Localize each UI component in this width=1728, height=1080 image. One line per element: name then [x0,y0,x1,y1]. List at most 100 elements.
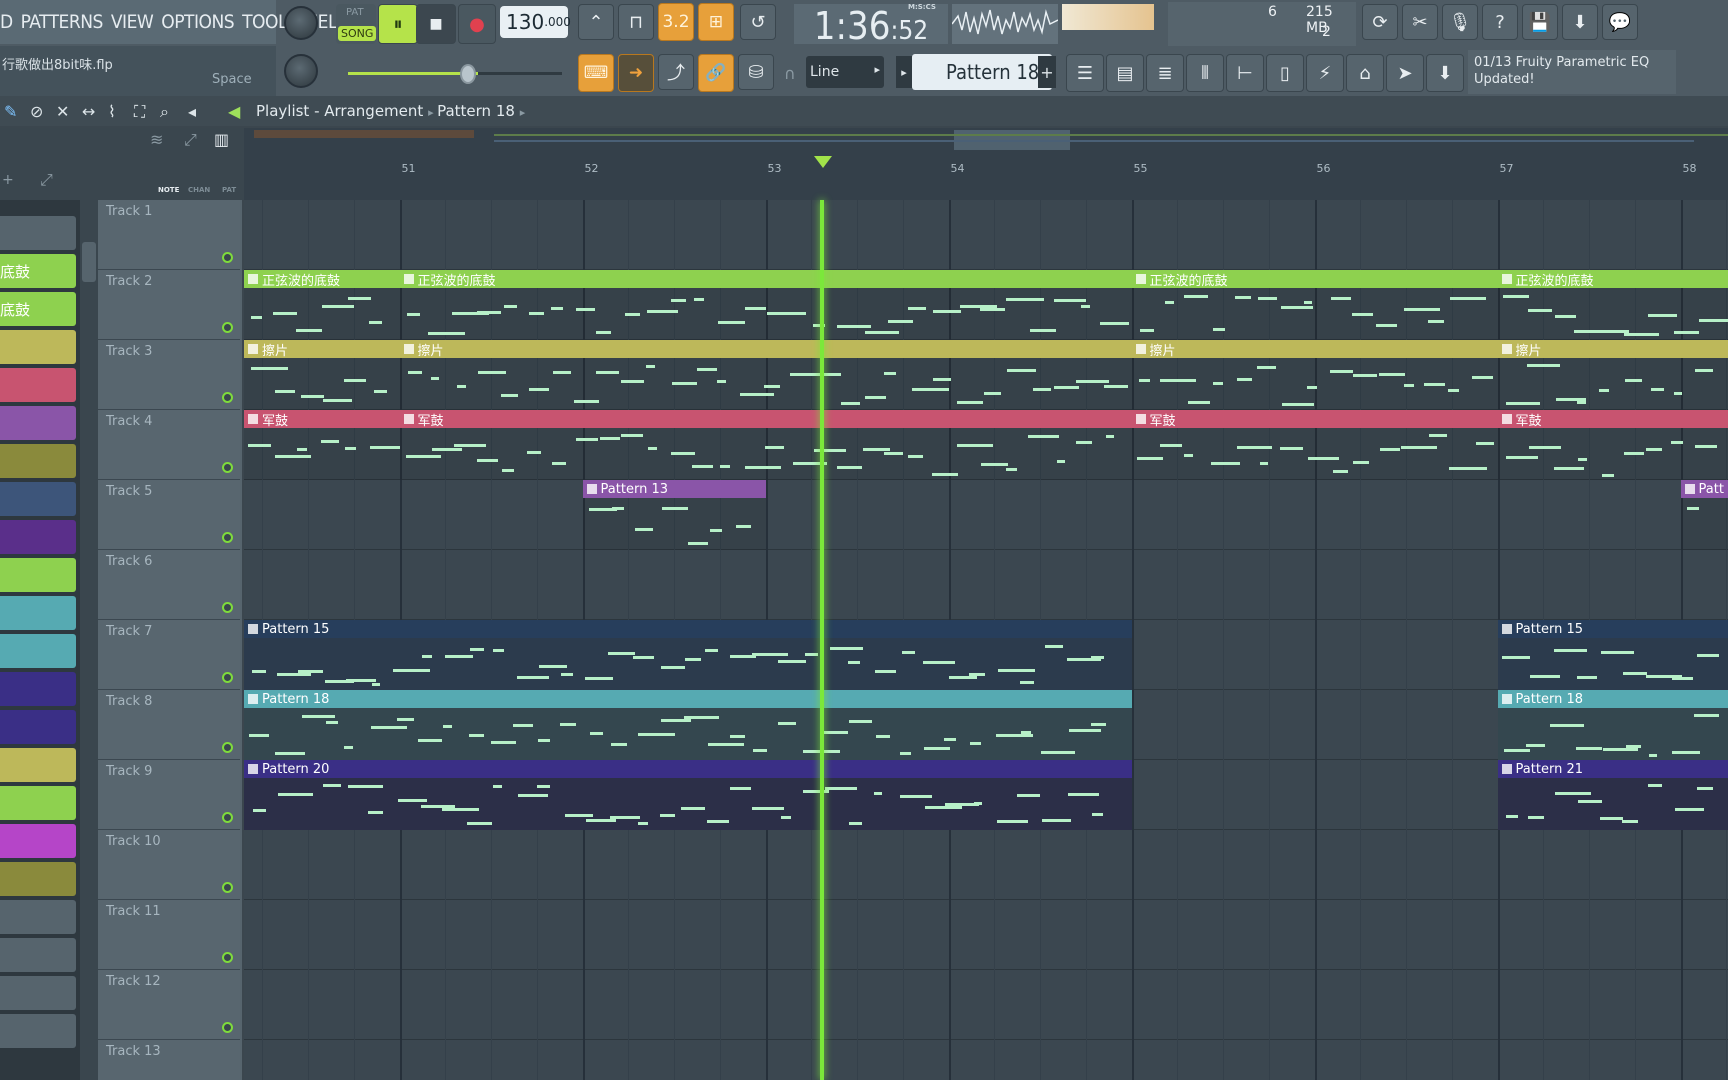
pattern-clip[interactable]: 军鼓 [1131,410,1498,480]
grid-row[interactable] [244,200,1728,270]
pattern-clip[interactable]: Pattern 15 [1497,620,1728,690]
tempo-field[interactable]: 130.000 [500,6,571,38]
track-header[interactable]: Track 9 [98,760,240,830]
pattern-clip[interactable]: 军鼓 [1497,410,1728,480]
grid-row[interactable] [244,830,1728,900]
pattern-clip[interactable]: Pattern 21 [1497,760,1728,830]
slice-tool-icon[interactable]: ⌇ [108,102,116,121]
clip-header[interactable]: Pattern 20 [244,760,1132,778]
pattern-clip[interactable]: 正弦波的底鼓 [399,270,1132,340]
tutorial-button[interactable]: ➤ [1386,54,1424,92]
channel-swatch[interactable] [0,900,76,934]
clip-header[interactable]: Pattern 18 [1497,690,1728,708]
draw-tool-icon[interactable]: ✎ [4,102,17,121]
track-header[interactable]: Track 4 [98,410,240,480]
snap-mode-select[interactable]: Line ▸ [806,56,884,88]
track-mute-led[interactable] [222,742,233,753]
pattern-clip[interactable]: 正弦波的底鼓 [244,270,400,340]
countdown-button[interactable]: 3.2 [658,3,694,41]
channel-swatch[interactable] [0,634,76,668]
save-button[interactable]: 💾 [1522,4,1558,40]
clip-header[interactable]: 正弦波的底鼓 [399,270,1132,289]
pattern-clip[interactable]: 军鼓 [399,410,1132,480]
track-mute-led[interactable] [222,882,233,893]
track-scrollbar[interactable] [80,200,98,1080]
grid-row[interactable] [244,900,1728,970]
track-header[interactable]: Track 10 [98,830,240,900]
arrow-button[interactable]: ➜ [618,54,654,92]
channel-swatch[interactable] [0,330,76,364]
channel-swatch[interactable] [0,368,76,402]
timeline-ruler[interactable]: 51 52 53 54 55 56 57 58 [244,152,1728,200]
track-mute-led[interactable] [222,322,233,333]
note-view-label[interactable]: NOTE [158,186,179,194]
clip-header[interactable]: Pattern 18 [244,690,1132,708]
clip-header[interactable]: Pattern 15 [1497,620,1728,638]
playlist-grid[interactable]: 正弦波的底鼓 正弦波的底鼓 正弦波的底鼓 正弦波的底鼓 擦片 擦片 擦片 擦片 军鼓 军鼓 军鼓 军鼓… [244,200,1728,1080]
pattern-clip[interactable]: Pattern 13 [582,480,766,550]
clip-header[interactable]: Patt [1680,480,1728,498]
pause-button[interactable]: ⏸ [378,4,418,44]
menu-item-view[interactable]: VIEW [111,11,154,33]
clip-header[interactable]: Pattern 15 [244,620,1132,638]
link-button[interactable]: 🔗 [698,54,734,92]
channel-swatch[interactable] [0,748,76,782]
track-header[interactable]: Track 6 [98,550,240,620]
step-edit-button[interactable]: ⊞ [698,3,734,41]
playback-tool-icon[interactable]: ◂ [188,102,196,121]
pattern-clip[interactable]: Patt [1680,480,1728,550]
track-mute-led[interactable] [222,812,233,823]
pattern-clip[interactable]: Pattern 18 [244,690,1132,760]
track-mute-led[interactable] [222,1022,233,1033]
pattern-clip[interactable]: 正弦波的底鼓 [1131,270,1498,340]
grid-row[interactable] [244,550,1728,620]
loop-record-button[interactable]: ↺ [740,4,776,40]
playhead-marker[interactable] [814,156,832,168]
channel-swatch[interactable] [0,596,76,630]
project-info-button[interactable]: ▯ [1266,54,1304,92]
clip-header[interactable]: 军鼓 [399,410,1132,429]
pattern-clip[interactable]: Pattern 18 [1497,690,1728,760]
master-pitch-slider[interactable] [346,62,566,86]
channel-swatch[interactable] [0,406,76,440]
song-overview[interactable] [244,128,1728,152]
chat-button[interactable]: 💬 [1602,4,1638,40]
pattern-clip[interactable]: 正弦波的底鼓 [1497,270,1728,340]
help-button[interactable]: ? [1482,4,1518,40]
link-track-icon[interactable]: ⤢ [40,170,53,190]
channel-swatch[interactable] [0,444,76,478]
pattern-clip[interactable]: Pattern 15 [244,620,1132,690]
zoom-tool-icon[interactable]: ⌕ [160,102,169,122]
playlist-button[interactable]: ☰ [1066,54,1104,92]
record-button[interactable]: ● [458,4,496,44]
pattern-clip[interactable]: 擦片 [1497,340,1728,410]
undo-history-button[interactable]: ⟳ [1362,4,1398,40]
channel-swatch[interactable] [0,786,76,820]
pattern-selector[interactable]: Pattern 18 [912,54,1052,90]
chan-view-label[interactable]: CHAN [188,186,210,194]
channel-swatch[interactable] [0,482,76,516]
piano-roll-button[interactable]: ▤ [1106,54,1144,92]
clip-header[interactable]: 正弦波的底鼓 [1497,270,1728,289]
pattern-clip[interactable]: 擦片 [399,340,1132,410]
pattern-prev-button[interactable]: ▸ [896,56,912,88]
stop-button[interactable]: ■ [416,4,456,44]
pattern-clip[interactable]: 擦片 [244,340,400,410]
track-mute-led[interactable] [222,672,233,683]
automation-view-icon[interactable]: ⤢ [184,130,197,150]
clip-header[interactable]: 正弦波的底鼓 [1131,270,1498,289]
grid-row[interactable] [244,970,1728,1040]
channel-rack-button[interactable]: ≣ [1146,54,1184,92]
menu-item-patterns[interactable]: PATTERNS [21,11,104,33]
pattern-clip[interactable]: Pattern 20 [244,760,1132,830]
pat-song-toggle[interactable]: PAT SONG [336,4,377,44]
track-header[interactable]: Track 7 [98,620,240,690]
mixer-button[interactable]: ⫴ [1186,54,1224,92]
channel-swatch[interactable] [0,976,76,1010]
playhead[interactable] [820,200,824,1080]
pattern-clip[interactable]: 擦片 [1131,340,1498,410]
mute-tool-icon[interactable]: ✕ [56,102,69,121]
clip-header[interactable]: 擦片 [1131,340,1498,359]
track-header[interactable]: Track 2 [98,270,240,340]
track-header[interactable]: Track 5 [98,480,240,550]
